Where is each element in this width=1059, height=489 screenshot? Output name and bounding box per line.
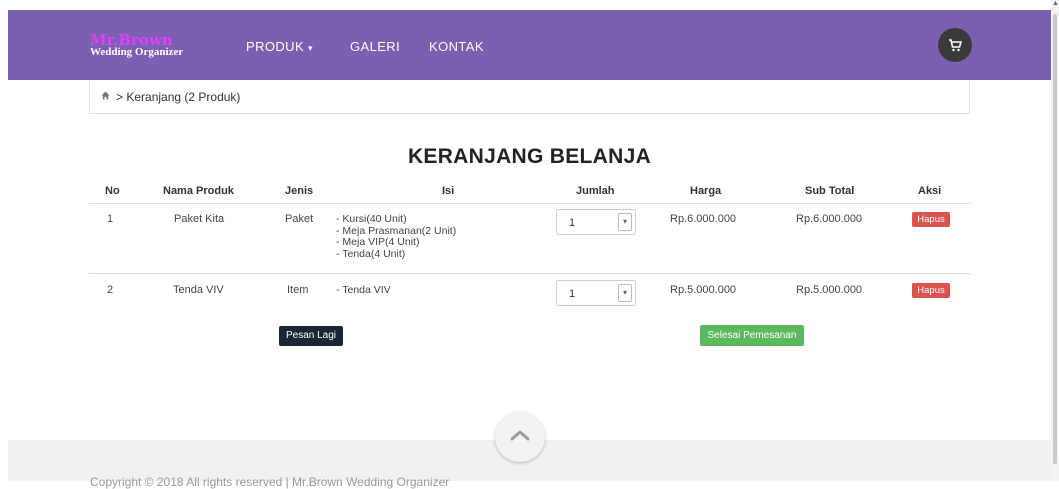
cell-isi: - Tenda VIV [336, 284, 391, 297]
cart-button[interactable] [938, 28, 972, 62]
table-header-divider [89, 203, 972, 204]
col-header-sub-total: Sub Total [805, 185, 855, 197]
cell-sub-total: Rp.6.000.000 [796, 213, 863, 225]
chevron-down-icon: ▾ [618, 284, 632, 302]
cell-isi: - Kursi(40 Unit) - Meja Prasmanan(2 Unit… [336, 213, 456, 260]
col-header-isi: Isi [442, 185, 455, 197]
quantity-value: 1 [569, 217, 576, 229]
delete-button[interactable]: Hapus [912, 283, 950, 298]
cell-jenis: Paket [285, 213, 314, 225]
cell-nama-produk: Tenda VIV [173, 284, 224, 296]
isi-line: - Kursi(40 Unit) [336, 213, 407, 225]
cell-no: 1 [107, 213, 114, 225]
isi-line: - Tenda VIV [336, 284, 391, 296]
quantity-value: 1 [569, 288, 576, 300]
brand-tagline: Wedding Organizer [90, 46, 184, 58]
col-header-no: No [105, 185, 120, 197]
chevron-down-icon: ▾ [618, 213, 632, 231]
row-divider [89, 273, 972, 274]
isi-line: - Meja VIP(4 Unit) [336, 236, 420, 248]
nav-produk-label: PRODUK [246, 39, 305, 54]
nav-kontak[interactable]: KONTAK [429, 39, 484, 54]
top-strip [0, 0, 1059, 10]
scrollbar-thumb[interactable] [1053, 14, 1057, 464]
cell-nama-produk: Paket Kita [174, 213, 225, 225]
col-header-harga: Harga [690, 185, 722, 197]
breadcrumb-current: > Keranjang (2 Produk) [116, 90, 241, 104]
col-header-aksi: Aksi [918, 185, 942, 197]
col-header-nama-produk: Nama Produk [163, 185, 234, 197]
quantity-select[interactable]: 1 ▾ [556, 209, 636, 235]
cell-sub-total: Rp.5.000.000 [796, 284, 863, 296]
cell-no: 2 [107, 284, 114, 296]
cell-jenis: Item [287, 284, 309, 296]
brand-logo[interactable]: Mr.Brown Wedding Organizer [90, 33, 183, 58]
breadcrumb: > Keranjang (2 Produk) [89, 82, 970, 114]
chevron-down-icon: ▾ [308, 43, 313, 53]
chevron-up-icon [510, 430, 530, 441]
isi-line: - Tenda(4 Unit) [336, 247, 406, 260]
scroll-up-arrow-icon[interactable]: ▲ [1052, 0, 1059, 7]
col-header-jumlah: Jumlah [576, 185, 615, 197]
selesai-pemesanan-button[interactable]: Selesai Pemesanan [700, 325, 804, 346]
page-title: KERANJANG BELANJA [407, 145, 652, 168]
pesan-lagi-button[interactable]: Pesan Lagi [279, 326, 343, 346]
col-header-jenis: Jenis [285, 185, 314, 197]
back-to-top-button[interactable] [495, 412, 545, 462]
nav-galeri[interactable]: GALERI [350, 39, 400, 54]
delete-button[interactable]: Hapus [912, 212, 950, 227]
quantity-select[interactable]: 1 ▾ [556, 280, 636, 306]
cart-icon [949, 38, 962, 51]
cell-harga: Rp.5.000.000 [670, 284, 737, 296]
home-icon[interactable] [101, 91, 110, 103]
nav-produk[interactable]: PRODUK ▾ [246, 39, 313, 54]
navbar: Mr.Brown Wedding Organizer PRODUK ▾ GALER… [8, 10, 1051, 80]
cell-harga: Rp.6.000.000 [670, 213, 737, 225]
footer-copyright: Copyright © 2018 All rights reserved | M… [90, 475, 450, 489]
